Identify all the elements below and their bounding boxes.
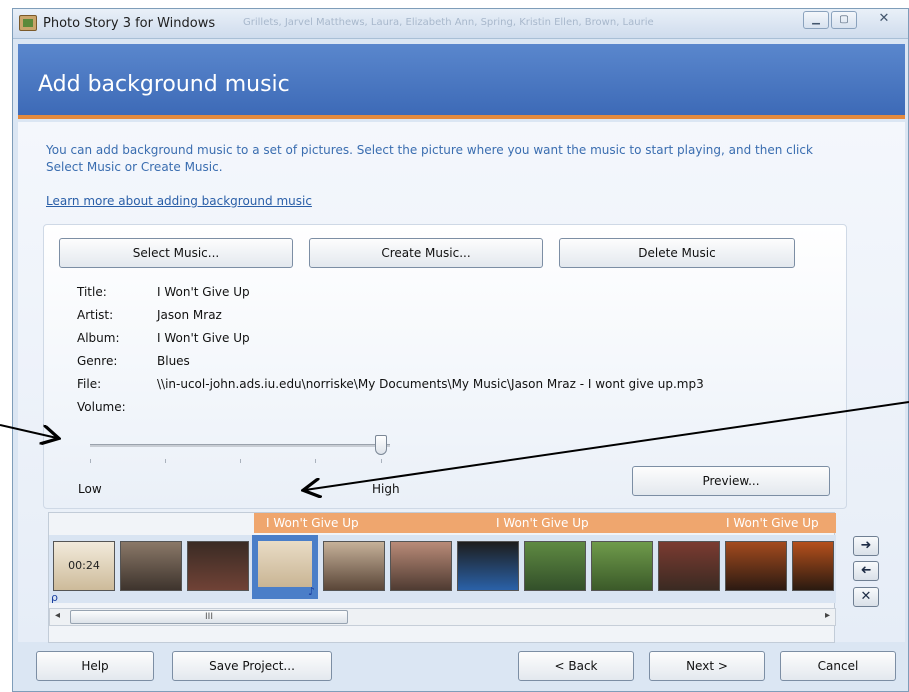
annotation-arrows bbox=[0, 401, 909, 692]
annotation-arrow-filmstrip bbox=[305, 401, 909, 490]
annotation-arrow-volume bbox=[0, 424, 57, 438]
